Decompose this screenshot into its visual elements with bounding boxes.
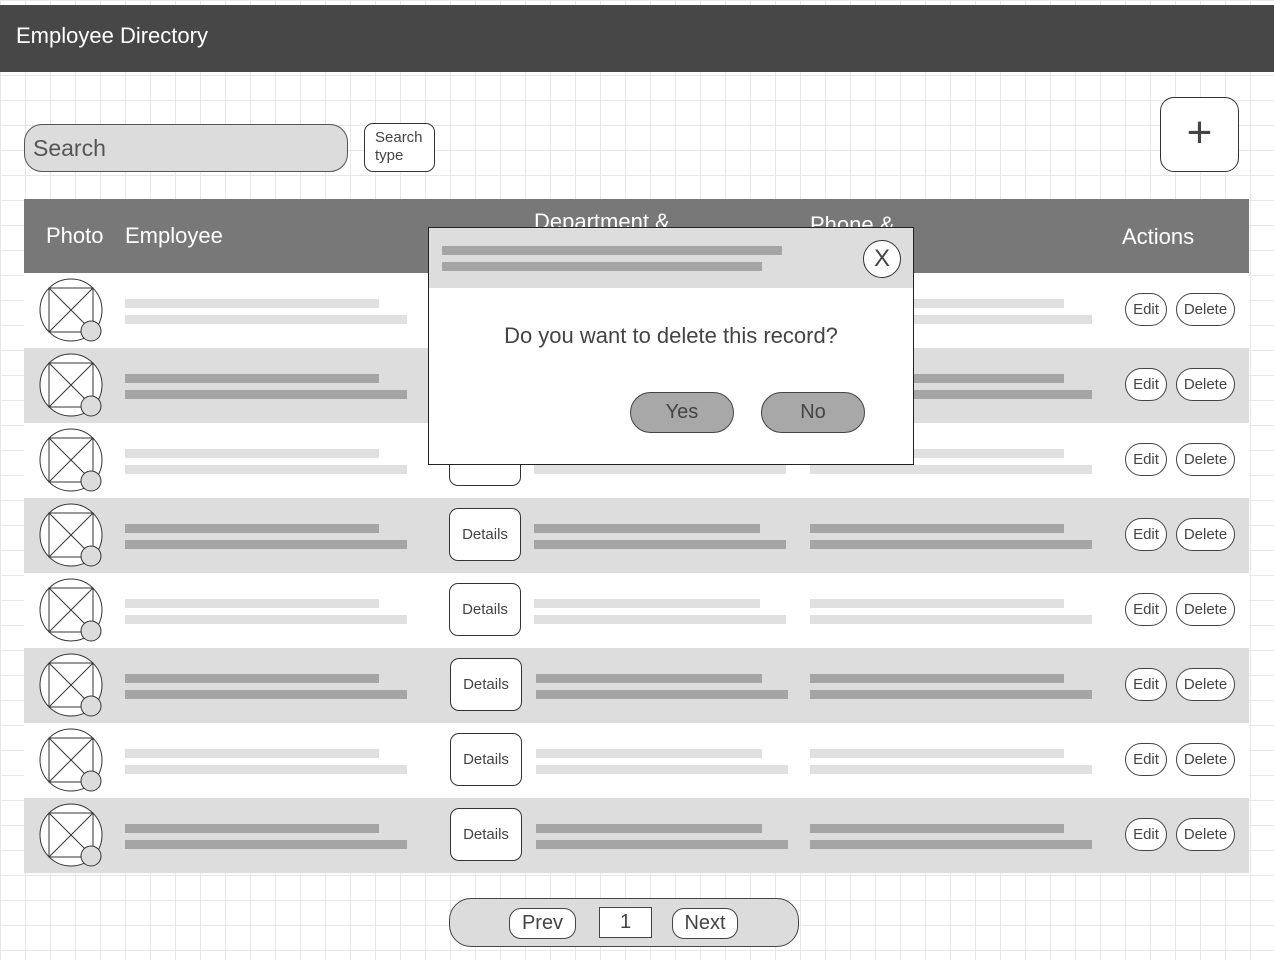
employee-name-placeholder bbox=[125, 599, 379, 608]
column-header-actions: Actions bbox=[1122, 224, 1195, 249]
employee-title-placeholder bbox=[125, 540, 407, 549]
department-detail-placeholder bbox=[536, 765, 788, 774]
plus-icon: + bbox=[1186, 108, 1213, 157]
details-button[interactable]: Details bbox=[450, 733, 522, 786]
employee-photo-icon bbox=[39, 653, 103, 717]
department-detail-placeholder bbox=[536, 840, 788, 849]
employee-photo-icon bbox=[39, 353, 103, 417]
phone-detail-placeholder bbox=[810, 690, 1092, 699]
department-placeholder bbox=[536, 749, 762, 758]
department-placeholder bbox=[534, 599, 760, 608]
app-header: Employee Directory bbox=[0, 5, 1274, 72]
edit-button[interactable]: Edit bbox=[1125, 443, 1167, 476]
table-row: Details Edit Delete bbox=[24, 498, 1249, 573]
delete-button[interactable]: Delete bbox=[1176, 443, 1235, 476]
employee-photo-icon bbox=[39, 278, 103, 342]
employee-title-placeholder bbox=[125, 765, 407, 774]
phone-detail-placeholder bbox=[810, 840, 1092, 849]
employee-name-placeholder bbox=[125, 524, 379, 533]
table-row: Details Edit Delete bbox=[24, 723, 1249, 798]
phone-placeholder bbox=[810, 674, 1064, 683]
app-title: Employee Directory bbox=[16, 23, 208, 48]
column-header-photo: Photo bbox=[46, 223, 104, 248]
department-detail-placeholder bbox=[534, 465, 786, 474]
department-detail-placeholder bbox=[536, 690, 788, 699]
table-row: Details Edit Delete bbox=[24, 798, 1249, 873]
employee-photo-icon bbox=[39, 428, 103, 492]
department-placeholder bbox=[534, 524, 760, 533]
phone-detail-placeholder bbox=[810, 540, 1092, 549]
delete-button[interactable]: Delete bbox=[1176, 818, 1235, 851]
department-placeholder bbox=[536, 674, 762, 683]
delete-button[interactable]: Delete bbox=[1176, 518, 1235, 551]
employee-title-placeholder bbox=[125, 690, 407, 699]
employee-title-placeholder bbox=[125, 615, 407, 624]
employee-name-placeholder bbox=[125, 374, 379, 383]
edit-button[interactable]: Edit bbox=[1125, 668, 1167, 701]
close-icon: X bbox=[873, 245, 890, 272]
department-detail-placeholder bbox=[534, 615, 786, 624]
delete-button[interactable]: Delete bbox=[1176, 743, 1235, 776]
phone-placeholder bbox=[810, 824, 1064, 833]
details-button[interactable]: Details bbox=[450, 808, 522, 861]
phone-placeholder bbox=[810, 524, 1064, 533]
prev-button[interactable]: Prev bbox=[509, 908, 576, 939]
phone-placeholder bbox=[810, 599, 1064, 608]
details-button[interactable]: Details bbox=[449, 583, 521, 636]
edit-button[interactable]: Edit bbox=[1125, 818, 1167, 851]
table-row: Details Edit Delete bbox=[24, 573, 1249, 648]
dialog-subtitle-placeholder bbox=[442, 262, 762, 271]
employee-title-placeholder bbox=[125, 840, 407, 849]
employee-title-placeholder bbox=[125, 315, 407, 324]
dialog-message: Do you want to delete this record? bbox=[504, 323, 838, 348]
pagination: Prev 1 Next bbox=[449, 898, 799, 947]
department-detail-placeholder bbox=[534, 540, 786, 549]
edit-button[interactable]: Edit bbox=[1125, 293, 1167, 326]
search-input[interactable] bbox=[24, 124, 348, 172]
employee-photo-icon bbox=[39, 578, 103, 642]
employee-name-placeholder bbox=[125, 299, 379, 308]
add-employee-button[interactable]: + bbox=[1160, 97, 1239, 172]
yes-button[interactable]: Yes bbox=[630, 392, 734, 433]
page-number-field[interactable]: 1 bbox=[599, 907, 652, 938]
delete-button[interactable]: Delete bbox=[1176, 593, 1235, 626]
delete-button[interactable]: Delete bbox=[1176, 668, 1235, 701]
table-row: Details Edit Delete bbox=[24, 648, 1249, 723]
phone-detail-placeholder bbox=[810, 465, 1092, 474]
phone-placeholder bbox=[810, 749, 1064, 758]
phone-detail-placeholder bbox=[810, 615, 1092, 624]
employee-name-placeholder bbox=[125, 824, 379, 833]
employee-name-placeholder bbox=[125, 674, 379, 683]
details-button[interactable]: Details bbox=[450, 658, 522, 711]
dialog-header: X bbox=[429, 228, 913, 288]
employee-photo-icon bbox=[39, 503, 103, 567]
no-button[interactable]: No bbox=[761, 392, 865, 433]
next-button[interactable]: Next bbox=[672, 908, 738, 939]
edit-button[interactable]: Edit bbox=[1125, 518, 1167, 551]
edit-button[interactable]: Edit bbox=[1125, 593, 1167, 626]
edit-button[interactable]: Edit bbox=[1125, 368, 1167, 401]
delete-button[interactable]: Delete bbox=[1176, 293, 1235, 326]
details-button[interactable]: Details bbox=[449, 508, 521, 561]
dialog-close-button[interactable]: X bbox=[863, 240, 901, 278]
dialog-title-placeholder bbox=[442, 246, 782, 255]
edit-button[interactable]: Edit bbox=[1125, 743, 1167, 776]
delete-button[interactable]: Delete bbox=[1176, 368, 1235, 401]
column-header-employee: Employee bbox=[125, 223, 223, 248]
search-type-button[interactable]: Search type bbox=[364, 123, 435, 172]
phone-detail-placeholder bbox=[810, 765, 1092, 774]
employee-name-placeholder bbox=[125, 749, 379, 758]
department-placeholder bbox=[536, 824, 762, 833]
employee-title-placeholder bbox=[125, 465, 407, 474]
delete-confirm-dialog: X Do you want to delete this record? Yes… bbox=[428, 227, 914, 465]
employee-name-placeholder bbox=[125, 449, 379, 458]
employee-photo-icon bbox=[39, 803, 103, 867]
employee-title-placeholder bbox=[125, 390, 407, 399]
employee-photo-icon bbox=[39, 728, 103, 792]
